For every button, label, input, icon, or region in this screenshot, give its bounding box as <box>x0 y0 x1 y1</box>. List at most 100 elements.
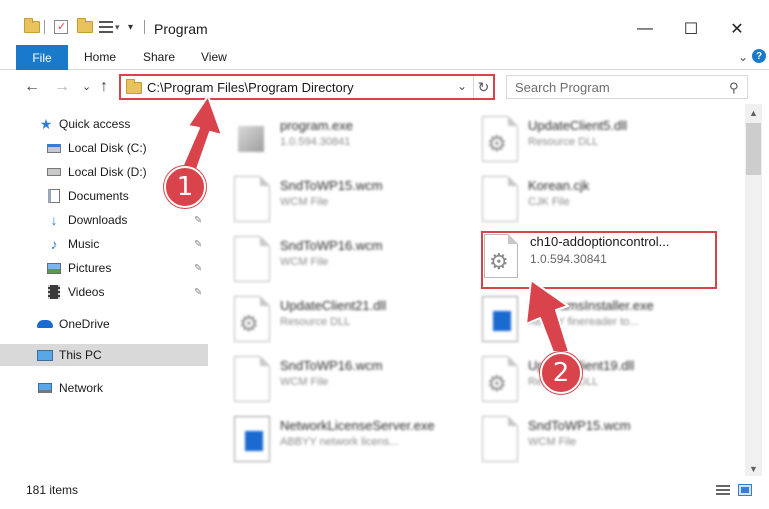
file-detail: ABBYY finereader to... <box>528 316 639 328</box>
file-item[interactable]: ProgramsInstaller.exe ABBYY finereader t… <box>458 288 698 344</box>
recent-locations-button[interactable]: ⌄ <box>82 80 91 93</box>
sidebar-item-videos[interactable]: Videos ✎ <box>0 281 208 303</box>
file-item[interactable]: SndToWP16.wcm WCM File <box>210 228 450 284</box>
sidebar-item-network[interactable]: Network <box>0 377 208 399</box>
sidebar-item-pictures[interactable]: Pictures ✎ <box>0 257 208 279</box>
tab-view[interactable]: View <box>201 50 227 64</box>
search-input[interactable]: Search Program ⚲ <box>506 75 748 99</box>
file-detail: Resource DLL <box>528 136 599 148</box>
blank-file-icon <box>234 356 270 402</box>
chevron-down-icon: ⌄ <box>82 81 92 93</box>
file-detail: WCM File <box>280 196 329 208</box>
pin-icon[interactable]: ✎ <box>194 263 202 274</box>
properties-icon[interactable]: ✓ <box>54 18 68 36</box>
scroll-thumb[interactable] <box>746 123 761 175</box>
address-bar[interactable]: C:\Program Files\Program Directory ⌄ ↻ <box>120 75 494 99</box>
file-name: NetworkLicenseServer.exe <box>280 418 435 433</box>
app-file-icon <box>234 416 270 462</box>
dll-file-icon: ⚙ <box>482 116 518 162</box>
pin-icon[interactable]: ✎ <box>194 239 202 250</box>
file-name: UpdateClient21.dll <box>280 298 387 313</box>
file-item[interactable]: SndToWP16.wcm WCM File <box>210 348 450 404</box>
forward-button[interactable]: → <box>54 78 70 96</box>
file-name: ProgramsInstaller.exe <box>528 298 654 313</box>
blank-file-icon <box>234 236 270 282</box>
sidebar-item-label: Local Disk (D:) <box>68 165 147 179</box>
file-name: SndToWP15.wcm <box>280 178 383 193</box>
drive-icon <box>46 164 62 180</box>
blank-file-icon <box>482 176 518 222</box>
file-item[interactable]: Korean.cjk CJK File <box>458 168 698 224</box>
help-icon[interactable]: ? <box>752 49 766 63</box>
expand-ribbon-icon[interactable]: ⌄ <box>738 50 748 64</box>
new-folder-icon[interactable] <box>77 18 93 36</box>
sidebar-item-label: Documents <box>68 189 129 203</box>
maximize-button[interactable]: ☐ <box>668 14 714 44</box>
close-icon: ✕ <box>730 21 744 38</box>
blank-file-icon <box>482 416 518 462</box>
quick-access-separator <box>44 18 45 36</box>
sidebar-item-local-disk-c[interactable]: Local Disk (C:) <box>0 137 208 159</box>
folder-icon <box>24 18 40 36</box>
customize-dropdown-icon[interactable]: ▾ <box>128 18 133 36</box>
address-dropdown-icon[interactable]: ⌄ <box>457 79 467 93</box>
file-detail: 1.0.594.30841 <box>530 252 607 266</box>
vertical-scrollbar[interactable]: ▲ ▼ <box>745 104 762 476</box>
sidebar-item-label: Music <box>68 237 100 251</box>
tab-share[interactable]: Share <box>143 50 175 64</box>
pin-icon[interactable]: ✎ <box>194 287 202 298</box>
file-item[interactable]: ⚙ UpdateClient21.dll Resource DLL <box>210 288 450 344</box>
documents-icon <box>46 188 62 204</box>
navigation-pane: ★ Quick access Local Disk (C:) Local Dis… <box>0 104 208 476</box>
callout-badge-two: 2 <box>540 352 582 394</box>
refresh-button[interactable]: ↻ <box>473 76 493 98</box>
dll-file-icon: ⚙ <box>484 234 518 278</box>
close-button[interactable]: ✕ <box>714 14 760 44</box>
up-button[interactable]: ↑ <box>100 78 108 96</box>
address-path[interactable]: C:\Program Files\Program Directory <box>147 80 354 95</box>
file-item-highlighted[interactable]: ⚙ ch10-addoptioncontrol... 1.0.594.30841 <box>458 228 698 284</box>
file-item[interactable]: NetworkLicenseServer.exe ABBYY network l… <box>210 408 450 464</box>
file-list: program.exe 1.0.594.30841 ⚙ UpdateClient… <box>210 104 745 476</box>
file-detail: Resource DLL <box>280 316 351 328</box>
scroll-down-icon[interactable]: ▼ <box>749 464 758 474</box>
file-item[interactable]: SndToWP15.wcm WCM File <box>458 408 698 464</box>
sidebar-item-downloads[interactable]: ↓ Downloads ✎ <box>0 209 208 231</box>
navigation-bar: ← → ⌄ ↑ C:\Program Files\Program Directo… <box>0 70 769 104</box>
sidebar-item-label: Quick access <box>59 117 131 131</box>
drive-icon <box>46 140 62 156</box>
large-icons-view-icon[interactable] <box>738 484 752 496</box>
tab-file[interactable]: File <box>16 45 68 70</box>
file-detail: 1.0.594.30841 <box>280 136 351 148</box>
sidebar-item-this-pc[interactable]: This PC <box>0 344 208 366</box>
sidebar-item-quick-access[interactable]: ★ Quick access <box>0 113 208 135</box>
sidebar-item-onedrive[interactable]: OneDrive <box>0 313 208 335</box>
blank-file-icon <box>234 176 270 222</box>
file-name: SndToWP16.wcm <box>280 358 383 373</box>
sidebar-item-music[interactable]: ♪ Music ✎ <box>0 233 208 255</box>
file-name: Korean.cjk <box>528 178 590 193</box>
file-detail: WCM File <box>280 256 329 268</box>
file-name: program.exe <box>280 118 353 133</box>
address-folder-icon <box>126 79 142 94</box>
file-name: SndToWP15.wcm <box>528 418 631 433</box>
sidebar-item-label: This PC <box>59 348 102 362</box>
details-view-icon[interactable] <box>716 484 730 496</box>
tab-home[interactable]: Home <box>84 50 116 64</box>
sidebar-item-label: Downloads <box>68 213 128 227</box>
file-name: UpdateClient5.dll <box>528 118 628 133</box>
sidebar-item-label: Network <box>59 381 104 395</box>
customize-icon[interactable]: ▾ <box>99 18 120 36</box>
file-item[interactable]: SndToWP15.wcm WCM File <box>210 168 450 224</box>
file-item[interactable]: ⚙ UpdateClient5.dll Resource DLL <box>458 108 698 164</box>
file-detail: ABBYY network licens... <box>280 436 399 448</box>
minimize-button[interactable]: — <box>622 14 668 44</box>
scroll-up-icon[interactable]: ▲ <box>749 108 758 118</box>
download-icon: ↓ <box>50 212 58 228</box>
videos-icon <box>46 284 62 300</box>
exe-file-icon <box>234 116 270 162</box>
pin-icon[interactable]: ✎ <box>194 215 202 226</box>
search-icon: ⚲ <box>729 80 739 95</box>
back-button[interactable]: ← <box>24 78 40 96</box>
file-item[interactable]: program.exe 1.0.594.30841 <box>210 108 450 164</box>
